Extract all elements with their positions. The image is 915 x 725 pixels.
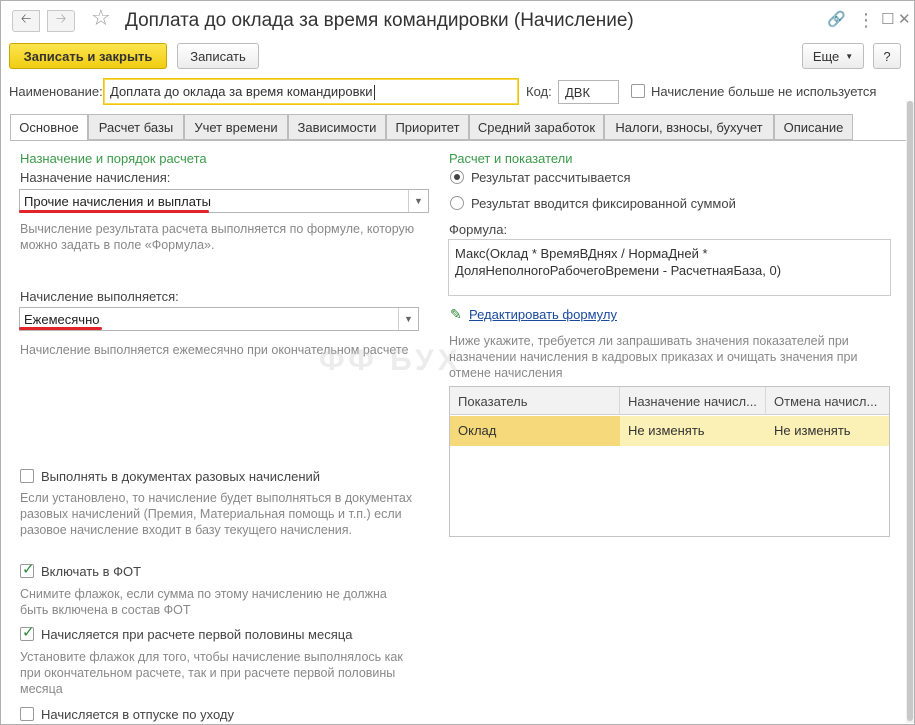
indicators-hint: Ниже укажите, требуется ли запрашивать з…: [449, 334, 858, 380]
formula-label: Формула:: [449, 222, 508, 237]
title-bar: 🡠 🡢 ☆ Доплата до оклада за время команди…: [1, 1, 914, 39]
one-time-checkbox[interactable]: [20, 469, 34, 483]
save-button[interactable]: Записать: [177, 43, 259, 69]
fot-label: Включать в ФОТ: [41, 564, 142, 579]
formula-line-2: ДоляНеполногоРабочегоВремени - Расчетная…: [455, 263, 782, 278]
window-title: Доплата до оклада за время командировки …: [125, 10, 634, 31]
name-label: Наименование:: [9, 84, 103, 99]
purpose-hint: Вычисление результата расчета выполняетс…: [20, 222, 415, 252]
tab-dependencies[interactable]: Зависимости: [288, 114, 386, 140]
tab-main[interactable]: Основное: [10, 114, 88, 141]
formula-field[interactable]: Макс(Оклад * ВремяВДнях / НормаДней * До…: [448, 239, 891, 296]
column-header-indicator[interactable]: Показатель: [450, 387, 620, 415]
tab-time-accounting[interactable]: Учет времени: [184, 114, 288, 140]
table-header: Показатель Назначение начисл... Отмена н…: [450, 387, 889, 415]
indicators-table: Показатель Назначение начисл... Отмена н…: [449, 386, 890, 537]
vertical-scrollbar[interactable]: [906, 101, 914, 723]
chevron-down-icon: ▼: [845, 51, 854, 61]
check-icon: ✓: [22, 561, 35, 578]
radio-fixed-label: Результат вводится фиксированной суммой: [471, 196, 736, 211]
radio-dot: [454, 174, 460, 180]
more-button-label: Еще: [812, 48, 840, 64]
tab-priority[interactable]: Приоритет: [386, 114, 469, 140]
radio-calculated[interactable]: [450, 170, 464, 184]
pencil-icon[interactable]: ✎: [450, 306, 462, 323]
chevron-down-icon[interactable]: ▼: [408, 190, 428, 212]
help-button[interactable]: ?: [873, 43, 901, 69]
red-underline-annotation: [19, 327, 102, 330]
check-icon: ✓: [22, 624, 35, 641]
close-icon[interactable]: ✕: [898, 10, 911, 30]
red-underline-annotation: [19, 210, 209, 213]
link-icon[interactable]: 🔗: [827, 10, 846, 30]
radio-fixed[interactable]: [450, 196, 464, 210]
form-window: 🡠 🡢 ☆ Доплата до оклада за время команди…: [0, 0, 915, 725]
table-cell[interactable]: Не изменять: [620, 416, 766, 446]
maximize-icon[interactable]: ☐: [881, 10, 894, 30]
tab-base-calc[interactable]: Расчет базы: [88, 114, 184, 140]
more-button[interactable]: Еще ▼: [802, 43, 864, 69]
fot-hint: Снимите флажок, если сумма по этому начи…: [20, 587, 387, 617]
table-row[interactable]: Оклад Не изменять Не изменять: [450, 416, 889, 446]
code-label: Код:: [526, 84, 552, 99]
period-label: Начисление выполняется:: [20, 289, 179, 304]
back-button[interactable]: 🡠: [12, 10, 40, 32]
left-section-title: Назначение и порядок расчета: [20, 151, 207, 166]
column-header-cancel[interactable]: Отмена начисл...: [766, 387, 889, 415]
not-used-label: Начисление больше не используется: [651, 84, 877, 99]
star-icon[interactable]: ☆: [91, 6, 111, 30]
right-section-title: Расчет и показатели: [449, 151, 573, 166]
tab-description[interactable]: Описание: [774, 114, 853, 140]
column-header-assign[interactable]: Назначение начисл...: [620, 387, 766, 415]
code-input[interactable]: ДВК: [558, 80, 619, 104]
tab-taxes-accounting[interactable]: Налоги, взносы, бухучет: [604, 114, 774, 140]
table-cell[interactable]: Оклад: [450, 416, 620, 446]
first-half-checkbox[interactable]: ✓: [20, 624, 35, 641]
arrow-left-icon: 🡠: [20, 11, 32, 26]
formula-line-1: Макс(Оклад * ВремяВДнях / НормаДней *: [455, 246, 708, 261]
save-and-close-button[interactable]: Записать и закрыть: [9, 43, 167, 69]
radio-calculated-label: Результат рассчитывается: [471, 170, 631, 185]
first-half-hint: Установите флажок для того, чтобы начисл…: [20, 650, 403, 696]
tabs-divider: [10, 140, 906, 141]
not-used-checkbox[interactable]: [631, 84, 645, 98]
period-value: Ежемесячно: [24, 312, 100, 327]
edit-formula-link[interactable]: Редактировать формулу: [469, 307, 617, 322]
leave-label: Начисляется в отпуске по уходу: [41, 707, 235, 722]
one-time-hint: Если установлено, то начисление будет вы…: [20, 491, 413, 537]
purpose-value: Прочие начисления и выплаты: [24, 194, 211, 209]
leave-checkbox[interactable]: [20, 707, 34, 721]
forward-button[interactable]: 🡢: [47, 10, 75, 32]
arrow-right-icon: 🡢: [55, 11, 67, 26]
fot-checkbox[interactable]: ✓: [20, 561, 35, 578]
first-half-label: Начисляется при расчете первой половины …: [41, 627, 353, 642]
purpose-label: Назначение начисления:: [20, 170, 171, 185]
scrollbar-thumb[interactable]: [907, 101, 913, 721]
watermark-logo: ФФ БУХ: [319, 344, 462, 377]
tab-average-earnings[interactable]: Средний заработок: [469, 114, 604, 140]
one-time-label: Выполнять в документах разовых начислени…: [41, 469, 321, 484]
text-caret: [374, 85, 376, 101]
table-cell[interactable]: Не изменять: [766, 416, 889, 446]
more-vertical-icon[interactable]: ⋮: [857, 10, 875, 30]
name-value: Доплата до оклада за время командировки: [110, 84, 373, 99]
chevron-down-icon[interactable]: ▼: [398, 308, 418, 330]
name-input[interactable]: Доплата до оклада за время командировки: [103, 78, 519, 105]
